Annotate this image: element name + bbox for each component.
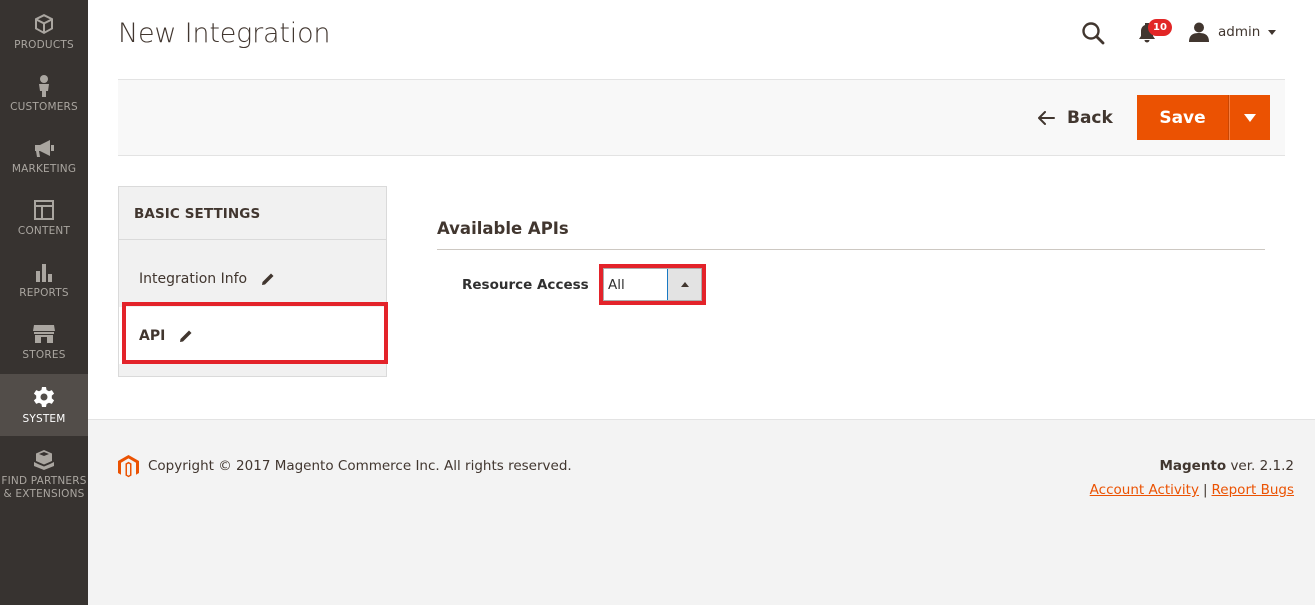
- user-icon: [1189, 22, 1209, 42]
- tab-integration-info-label: Integration Info: [139, 270, 248, 287]
- gear-icon: [32, 386, 56, 410]
- nav-item-find-partners[interactable]: FIND PARTNERS & EXTENSIONS: [0, 436, 88, 506]
- pencil-icon: [261, 271, 277, 287]
- version-number: ver. 2.1.2: [1226, 458, 1294, 474]
- nav-item-customers[interactable]: CUSTOMERS: [0, 62, 88, 124]
- chevron-down-icon: [1268, 29, 1277, 35]
- pencil-icon: [179, 328, 195, 344]
- nav-item-marketing[interactable]: MARKETING: [0, 124, 88, 186]
- integration-tabs-panel: BASIC SETTINGS Integration Info API: [118, 186, 387, 377]
- nav-label-customers: CUSTOMERS: [10, 101, 78, 113]
- tabs-heading: BASIC SETTINGS: [119, 187, 386, 240]
- save-button[interactable]: Save: [1137, 95, 1229, 140]
- link-separator: |: [1202, 482, 1208, 498]
- triangle-up-icon: [680, 282, 689, 287]
- megaphone-icon: [32, 136, 56, 160]
- nav-label-products: PRODUCTS: [14, 39, 74, 51]
- nav-label-reports: REPORTS: [19, 287, 69, 299]
- version-info: Magento ver. 2.1.2: [1159, 458, 1294, 474]
- copyright-text: Copyright © 2017 Magento Commerce Inc. A…: [148, 458, 572, 474]
- user-account-menu[interactable]: admin: [1188, 20, 1277, 44]
- boxes-icon: [32, 448, 56, 472]
- tab-api[interactable]: API: [119, 307, 386, 364]
- search-icon: [1082, 22, 1105, 45]
- nav-item-stores[interactable]: STORES: [0, 310, 88, 372]
- section-divider: [437, 249, 1265, 250]
- back-button[interactable]: Back: [1038, 107, 1113, 129]
- save-options-toggle[interactable]: [1229, 95, 1270, 140]
- section-title-available-apis: Available APIs: [437, 219, 569, 238]
- tab-integration-info[interactable]: Integration Info: [119, 250, 386, 307]
- cube-icon: [32, 12, 56, 36]
- resource-access-label: Resource Access: [462, 277, 589, 293]
- nav-item-system[interactable]: SYSTEM: [0, 374, 88, 436]
- brand-name: Magento: [1159, 458, 1227, 474]
- page-title: New Integration: [118, 18, 331, 49]
- footer-links: Account Activity | Report Bugs: [1090, 482, 1294, 498]
- layout-icon: [32, 198, 56, 222]
- report-bugs-link[interactable]: Report Bugs: [1212, 482, 1294, 498]
- account-activity-link[interactable]: Account Activity: [1090, 482, 1199, 498]
- search-button[interactable]: [1080, 20, 1106, 46]
- nav-item-reports[interactable]: REPORTS: [0, 248, 88, 310]
- resource-access-value: All: [604, 269, 668, 300]
- arrow-left-icon: [1038, 111, 1055, 125]
- admin-sidebar: PRODUCTS CUSTOMERS MARKETING CONTENT REP…: [0, 0, 88, 605]
- page-footer: [88, 419, 1315, 605]
- back-button-label: Back: [1067, 108, 1113, 128]
- nav-label-content: CONTENT: [17, 225, 71, 237]
- triangle-down-icon: [1244, 113, 1256, 122]
- nav-label-stores: STORES: [22, 349, 66, 361]
- notifications-count-badge: 10: [1148, 19, 1172, 36]
- storefront-icon: [32, 322, 56, 346]
- resource-access-select[interactable]: All: [603, 268, 702, 301]
- tab-api-label: API: [139, 327, 166, 344]
- nav-item-products[interactable]: PRODUCTS: [0, 0, 88, 62]
- nav-item-content[interactable]: CONTENT: [0, 186, 88, 248]
- magento-logo-icon: [118, 455, 139, 479]
- select-toggle-button[interactable]: [668, 269, 701, 300]
- nav-label-find-partners: FIND PARTNERS & EXTENSIONS: [1, 475, 87, 500]
- username-label: admin: [1218, 24, 1261, 40]
- bar-chart-icon: [32, 260, 56, 284]
- person-icon: [32, 74, 56, 98]
- nav-label-system: SYSTEM: [22, 413, 66, 425]
- nav-label-marketing: MARKETING: [11, 163, 77, 175]
